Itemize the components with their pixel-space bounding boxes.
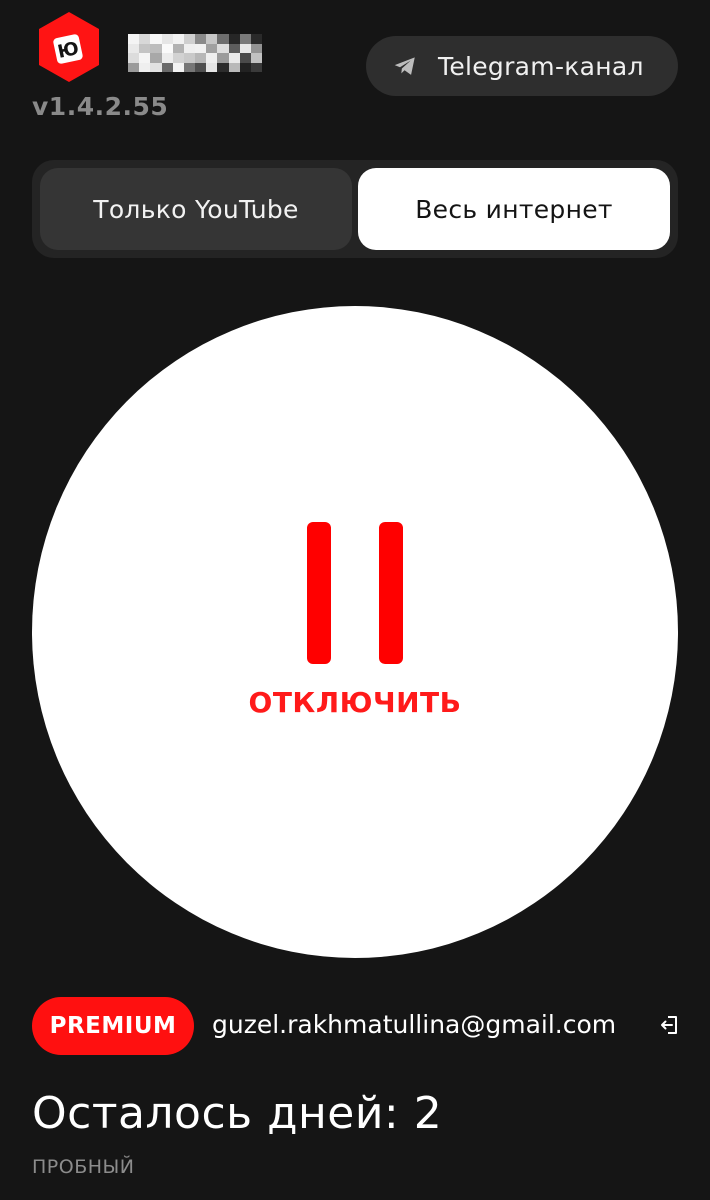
logout-icon[interactable] bbox=[660, 1014, 680, 1036]
mode-youtube-only-option[interactable]: Только YouTube bbox=[40, 168, 352, 250]
pause-bar-left bbox=[307, 522, 331, 664]
app-logo-icon: Ю bbox=[39, 12, 99, 82]
telegram-button-label: Telegram-канал bbox=[438, 51, 644, 81]
account-email: guzel.rakhmatullina@gmail.com bbox=[212, 1010, 617, 1039]
mode-switch: Только YouTube Весь интернет bbox=[32, 160, 678, 258]
premium-badge: PREMIUM bbox=[32, 997, 194, 1055]
app-version: v1.4.2.55 bbox=[32, 92, 169, 121]
mode-all-internet-option[interactable]: Весь интернет bbox=[358, 168, 670, 250]
telegram-icon bbox=[394, 57, 415, 75]
logo-letter: Ю bbox=[56, 38, 81, 63]
pause-bar-right bbox=[379, 522, 403, 664]
app-name-redacted bbox=[128, 34, 262, 72]
plan-type-label: ПРОБНЫЙ bbox=[32, 1156, 135, 1178]
power-button-label: ОТКЛЮЧИТЬ bbox=[248, 686, 462, 719]
telegram-channel-button[interactable]: Telegram-канал bbox=[366, 36, 678, 96]
pause-icon bbox=[307, 522, 403, 664]
days-left-label: Осталось дней: 2 bbox=[32, 1088, 443, 1139]
